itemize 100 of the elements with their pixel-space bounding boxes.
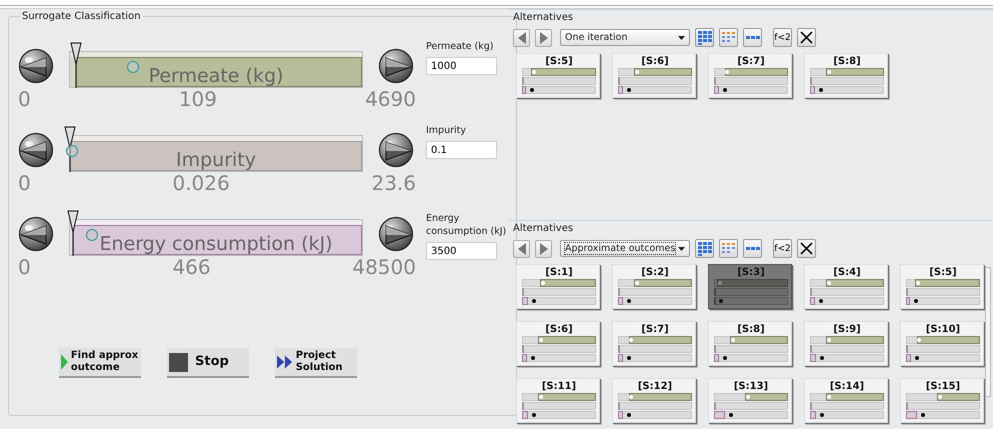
tile-label: [S:8] <box>832 56 862 67</box>
small-grid-icon <box>722 32 736 44</box>
value-field[interactable]: 1000 <box>426 57 497 75</box>
tile-label: [S:10] <box>924 324 962 335</box>
alternative-tile[interactable]: [S:7] <box>612 321 696 366</box>
next-button[interactable] <box>535 240 552 258</box>
aspiration-marker[interactable] <box>66 210 79 256</box>
tile-label: [S:2] <box>640 267 670 278</box>
panel-title: Alternatives <box>512 222 574 235</box>
alternative-tile[interactable]: [S:5] <box>516 53 600 98</box>
alternative-tile[interactable]: [S:12] <box>612 378 696 423</box>
field-label: Impurity <box>426 124 467 137</box>
alternative-tile[interactable]: [S:8] <box>804 53 888 98</box>
alternative-tile[interactable]: [S:15] <box>900 378 984 423</box>
min-value: 0 <box>18 88 31 110</box>
tile-label: [S:5] <box>928 267 958 278</box>
tile-label: [S:5] <box>544 56 574 67</box>
row-view-button[interactable] <box>743 28 762 47</box>
max-value: 48500 <box>352 256 416 278</box>
current-value: 466 <box>172 256 211 278</box>
stop-button[interactable]: Stop <box>167 348 249 378</box>
grid-view-button[interactable] <box>695 28 714 47</box>
tile-label: [S:13] <box>732 381 770 392</box>
aspiration-marker[interactable] <box>70 42 82 88</box>
objective-name: Energy consumption (kJ) <box>99 233 333 255</box>
row-icon <box>746 247 760 250</box>
min-value: 0 <box>18 172 31 194</box>
close-icon <box>800 242 813 255</box>
increase-knob-icon[interactable] <box>378 216 414 252</box>
decrease-knob-icon[interactable] <box>18 216 54 252</box>
alternative-tile[interactable]: [S:5] <box>900 264 984 309</box>
tile-label: [S:8] <box>736 324 766 335</box>
list-view-button[interactable] <box>719 28 738 47</box>
previous-button[interactable] <box>513 240 530 258</box>
alternative-tile[interactable]: [S:11] <box>516 378 600 423</box>
tile-label: [S:12] <box>636 381 674 392</box>
panel-title: Surrogate Classification <box>21 11 142 22</box>
increase-knob-icon[interactable] <box>378 132 414 168</box>
formula-button[interactable]: f<2 <box>773 28 792 47</box>
alternative-tile[interactable]: [S:10] <box>900 321 984 366</box>
next-button[interactable] <box>535 28 552 46</box>
alternative-tile[interactable]: [S:14] <box>804 378 888 423</box>
alternative-tile[interactable]: [S:6] <box>516 321 600 366</box>
tile-label: [S:3] <box>736 267 766 278</box>
decrease-knob-icon[interactable] <box>18 48 54 84</box>
alternative-tile[interactable]: [S:9] <box>804 321 888 366</box>
right-arrow-icon <box>540 32 548 44</box>
scrollbar[interactable] <box>985 267 991 397</box>
field-label: Permeate (kg) <box>426 40 494 53</box>
objective-name: Impurity <box>176 149 256 171</box>
close-icon <box>800 31 813 44</box>
formula-button[interactable]: f<2 <box>773 239 792 258</box>
alternative-tile[interactable]: [S:7] <box>708 53 792 98</box>
tile-label: [S:11] <box>540 381 578 392</box>
row-icon <box>746 36 760 39</box>
left-arrow-icon <box>518 32 526 44</box>
right-arrow-icon <box>540 242 548 254</box>
list-view-button[interactable] <box>719 239 738 258</box>
alternative-tile[interactable]: [S:3] <box>708 264 792 309</box>
current-value: 109 <box>178 88 217 110</box>
row-view-button[interactable] <box>743 239 762 258</box>
find-button[interactable]: Find approx outcome <box>59 348 141 378</box>
mode-dropdown[interactable]: Approximate outcomes <box>560 240 690 257</box>
small-grid-icon <box>722 242 736 254</box>
tile-label: [S:6] <box>544 324 574 335</box>
decrease-knob-icon[interactable] <box>18 132 54 168</box>
dropdown-caret-icon <box>678 246 685 250</box>
alternative-tile[interactable]: [S:2] <box>612 264 696 309</box>
tile-label: [S:9] <box>832 324 862 335</box>
grid-icon <box>698 242 712 256</box>
previous-button[interactable] <box>513 28 530 46</box>
aspiration-marker[interactable] <box>64 126 76 172</box>
alternative-tile[interactable]: [S:13] <box>708 378 792 423</box>
grid-icon <box>698 30 712 44</box>
tile-label: [S:7] <box>640 324 670 335</box>
tile-label: [S:14] <box>828 381 866 392</box>
left-arrow-icon <box>518 242 526 254</box>
increase-knob-icon[interactable] <box>378 48 414 84</box>
grid-view-button[interactable] <box>695 239 714 258</box>
current-value: 0.026 <box>172 172 230 194</box>
dropdown-caret-icon <box>678 36 685 40</box>
objective-name: Permeate (kg) <box>148 65 284 87</box>
close-button[interactable] <box>797 239 816 258</box>
min-value: 0 <box>18 256 31 278</box>
mode-dropdown[interactable]: One iteration <box>560 29 690 46</box>
alternative-tile[interactable]: [S:8] <box>708 321 792 366</box>
value-field[interactable]: 0.1 <box>426 141 497 159</box>
tile-label: [S:1] <box>544 267 574 278</box>
stop-icon <box>169 352 188 372</box>
close-button[interactable] <box>797 28 816 47</box>
tile-label: [S:6] <box>640 56 670 67</box>
alternative-tile[interactable]: [S:1] <box>516 264 600 309</box>
alternative-tile[interactable]: [S:6] <box>612 53 696 98</box>
project-button[interactable]: Project Solution <box>275 348 357 378</box>
alternative-tile[interactable]: [S:4] <box>804 264 888 309</box>
value-field[interactable]: 3500 <box>426 242 497 260</box>
panel-title: Alternatives <box>512 11 574 24</box>
tile-label: [S:15] <box>924 381 962 392</box>
tile-label: [S:7] <box>736 56 766 67</box>
tile-label: [S:4] <box>832 267 862 278</box>
